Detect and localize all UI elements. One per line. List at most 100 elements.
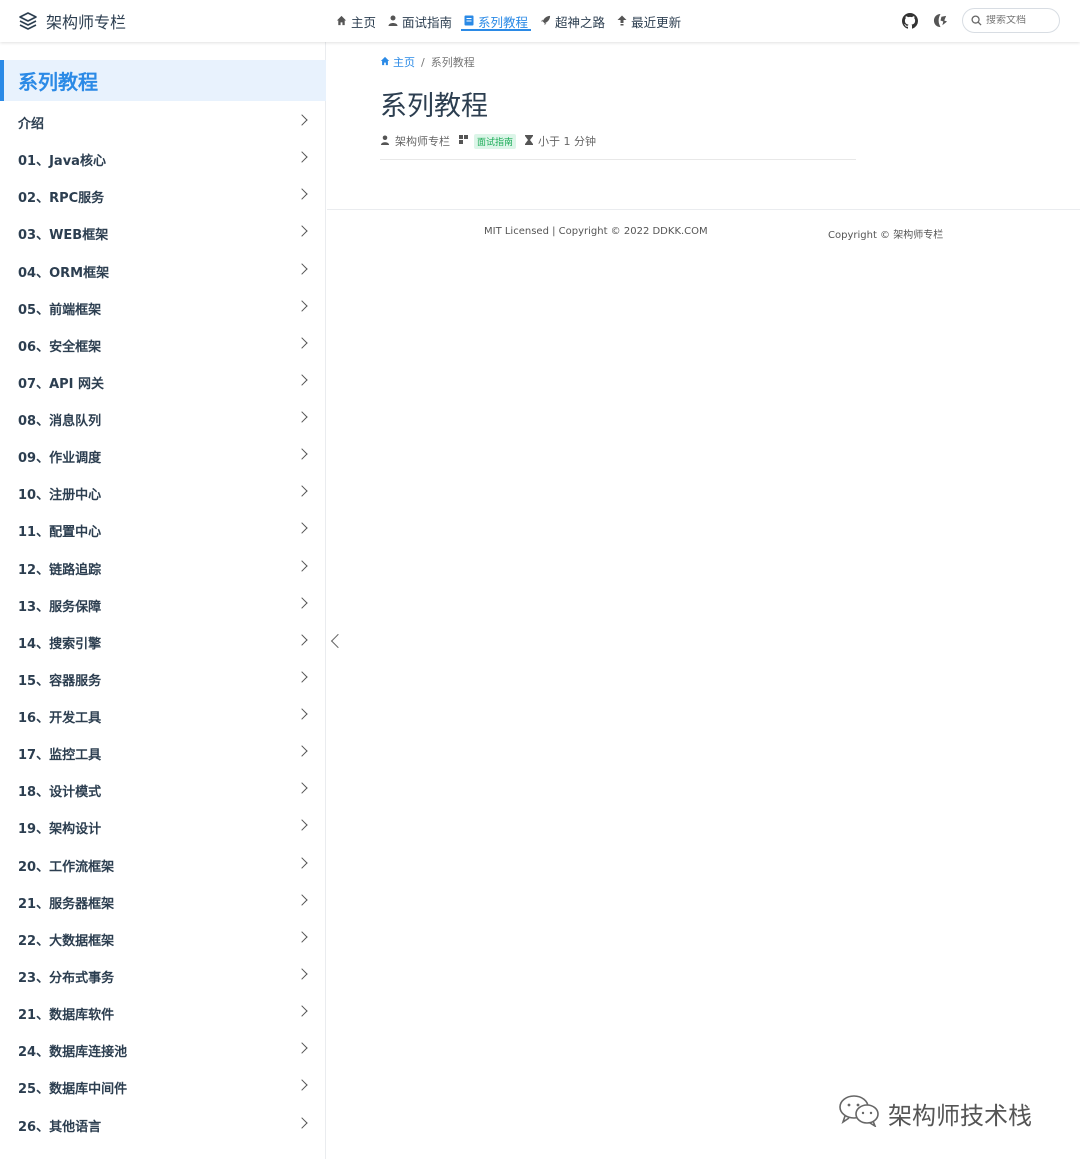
chevron-right-icon [296, 597, 308, 609]
sidebar-item[interactable]: 23、分布式事务 [0, 958, 326, 995]
brand-link[interactable]: 架构师专栏 [18, 9, 126, 33]
sidebar-item[interactable]: 20、工作流框架 [0, 847, 326, 884]
sidebar-item[interactable]: 12、链路追踪 [0, 550, 326, 587]
sidebar-item-label: 19、架构设计 [18, 822, 102, 838]
author-name[interactable]: 架构师专栏 [395, 133, 450, 149]
sidebar-item-label: 16、开发工具 [18, 711, 102, 727]
home-icon [380, 56, 390, 69]
footer-license: MIT Licensed | Copyright © 2022 DDKK.COM [484, 226, 708, 237]
search-box[interactable] [962, 8, 1060, 33]
breadcrumb-home[interactable]: 主页 [380, 54, 415, 70]
main-nav: 主页 面试指南 系列教程 超神之路 最近更新 [336, 0, 681, 42]
chevron-right-icon [296, 782, 308, 794]
nav-series-tutorials[interactable]: 系列教程 [461, 0, 532, 42]
sidebar-item[interactable]: 21、数据库软件 [0, 995, 326, 1032]
sidebar-item-label: 20、工作流框架 [18, 859, 115, 875]
chevron-right-icon [296, 559, 308, 572]
meta-category: 面试指南 [459, 133, 517, 149]
theme-toggle-icon[interactable] [932, 13, 948, 29]
sidebar-item[interactable]: 24、数据库连接池 [0, 1032, 326, 1069]
nav-god-path-label: 超神之路 [555, 14, 606, 30]
sidebar-item[interactable]: 04、ORM框架 [0, 253, 326, 290]
chevron-right-icon [296, 299, 308, 312]
sidebar-item[interactable]: 10、注册中心 [0, 475, 326, 512]
search-icon [971, 11, 982, 30]
chevron-right-icon [296, 485, 308, 497]
sidebar-item[interactable]: 07、API 网关 [0, 364, 326, 401]
chevron-right-icon [296, 931, 308, 943]
sidebar-item[interactable]: 18、设计模式 [0, 772, 326, 809]
site-title: 架构师专栏 [46, 13, 127, 32]
sidebar-item[interactable]: 01、Java核心 [0, 141, 326, 178]
category-tag[interactable]: 面试指南 [474, 133, 517, 149]
nav-interview-guide[interactable]: 面试指南 [388, 0, 452, 42]
chevron-right-icon [296, 745, 308, 757]
sidebar-item[interactable]: 13、服务保障 [0, 587, 326, 624]
hourglass-icon [525, 134, 534, 148]
sidebar-item[interactable]: 19、架构设计 [0, 809, 326, 846]
sidebar-item-label: 05、前端框架 [18, 302, 102, 318]
sidebar-item-label: 04、ORM框架 [18, 265, 110, 281]
nav-recent-updates[interactable]: 最近更新 [617, 0, 681, 42]
sidebar-item-label: 02、RPC服务 [18, 191, 105, 207]
category-icon [459, 134, 469, 148]
chevron-right-icon [296, 151, 308, 163]
chevron-right-icon [296, 1079, 308, 1092]
sidebar-item-label: 26、其他语言 [18, 1119, 102, 1135]
nav-god-path[interactable]: 超神之路 [540, 0, 605, 42]
chevron-right-icon [296, 1042, 308, 1054]
sidebar-heading[interactable]: 系列教程 [0, 60, 326, 101]
chevron-right-icon [296, 671, 308, 683]
sidebar-item-label: 08、消息队列 [18, 414, 102, 430]
github-icon[interactable] [902, 12, 918, 29]
sidebar-item[interactable]: 26、其他语言 [0, 1107, 326, 1144]
chevron-right-icon [296, 856, 308, 869]
sidebar-item[interactable]: 03、WEB框架 [0, 215, 326, 252]
chevron-right-icon [296, 634, 308, 646]
sidebar-item[interactable]: 06、安全框架 [0, 327, 326, 364]
nav-home-label: 主页 [351, 14, 377, 30]
sidebar-item[interactable]: 14、搜索引擎 [0, 624, 326, 661]
sidebar-item[interactable]: 21、服务器框架 [0, 884, 326, 921]
sidebar-item-label: 14、搜索引擎 [18, 636, 102, 652]
sidebar-item-label: 25、数据库中间件 [18, 1082, 128, 1098]
nav-interview-guide-label: 面试指南 [402, 14, 453, 30]
chevron-right-icon [296, 819, 308, 832]
sidebar-item[interactable]: 11、配置中心 [0, 512, 326, 549]
sidebar-item-label: 06、安全框架 [18, 339, 102, 355]
sidebar-item-label: 17、监控工具 [18, 748, 102, 764]
person-icon [380, 134, 390, 148]
title-divider [380, 159, 856, 160]
sidebar-collapse-chevron-icon[interactable] [330, 633, 346, 649]
layers-logo-icon [18, 11, 38, 31]
meta-reading-time: 小于 1 分钟 [525, 133, 596, 149]
sidebar-item[interactable]: 介绍 [0, 104, 326, 141]
sidebar-item[interactable]: 22、大数据框架 [0, 921, 326, 958]
sidebar-item[interactable]: 05、前端框架 [0, 290, 326, 327]
person-icon [388, 15, 398, 28]
search-input[interactable] [986, 15, 1056, 26]
nav-home[interactable]: 主页 [336, 0, 376, 42]
sidebar-item[interactable]: 08、消息队列 [0, 401, 326, 438]
book-icon [464, 15, 474, 28]
page-title: 系列教程 [380, 91, 488, 122]
sidebar-item[interactable]: 16、开发工具 [0, 698, 326, 735]
sidebar-item[interactable]: 02、RPC服务 [0, 178, 326, 215]
article-meta: 架构师专栏 面试指南 小于 1 分钟 [380, 133, 596, 149]
home-icon [336, 15, 347, 28]
chevron-right-icon [296, 522, 308, 535]
sidebar-item-label: 03、WEB框架 [18, 228, 109, 244]
chevron-right-icon [296, 968, 308, 980]
sidebar-item[interactable]: 17、监控工具 [0, 735, 326, 772]
chevron-right-icon [296, 188, 308, 200]
footer-copyright: Copyright © 架构师专栏 [828, 230, 944, 241]
chevron-right-icon [296, 262, 308, 275]
upload-icon [617, 15, 627, 28]
chevron-right-icon [296, 894, 308, 906]
sidebar-item[interactable]: 15、容器服务 [0, 661, 326, 698]
sidebar-item[interactable]: 25、数据库中间件 [0, 1069, 326, 1106]
sidebar-item-label: 18、设计模式 [18, 785, 102, 801]
watermark-text: 架构师技术栈 [888, 1101, 1032, 1130]
sidebar-item[interactable]: 09、作业调度 [0, 438, 326, 475]
sidebar-item-label: 23、分布式事务 [18, 970, 115, 986]
